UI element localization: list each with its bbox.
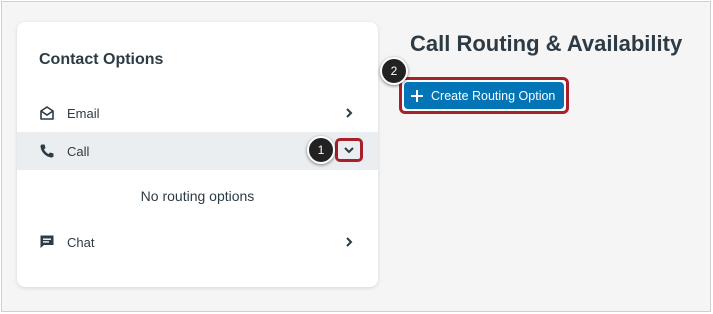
phone-icon — [38, 142, 56, 160]
page-title: Call Routing & Availability — [410, 31, 683, 56]
contact-option-label: Chat — [67, 234, 95, 250]
chat-icon — [38, 233, 56, 251]
chevron-right-icon[interactable] — [340, 233, 358, 251]
contact-option-email[interactable]: Email — [17, 94, 378, 132]
create-routing-option-button[interactable]: Create Routing Option — [404, 82, 564, 109]
panel-title: Contact Options — [39, 51, 164, 68]
contact-option-chat[interactable]: Chat — [17, 223, 378, 261]
plus-icon — [410, 89, 424, 103]
envelope-icon — [38, 104, 56, 122]
chevron-right-icon[interactable] — [340, 104, 358, 122]
create-routing-option-label: Create Routing Option — [431, 88, 556, 103]
contact-option-label: Call — [67, 143, 90, 159]
no-routing-options-text: No routing options — [140, 188, 255, 204]
step-marker-2: 2 — [380, 57, 408, 85]
step-marker-1: 1 — [307, 136, 335, 164]
chevron-down-icon[interactable] — [335, 138, 363, 162]
contact-option-label: Email — [67, 105, 100, 121]
